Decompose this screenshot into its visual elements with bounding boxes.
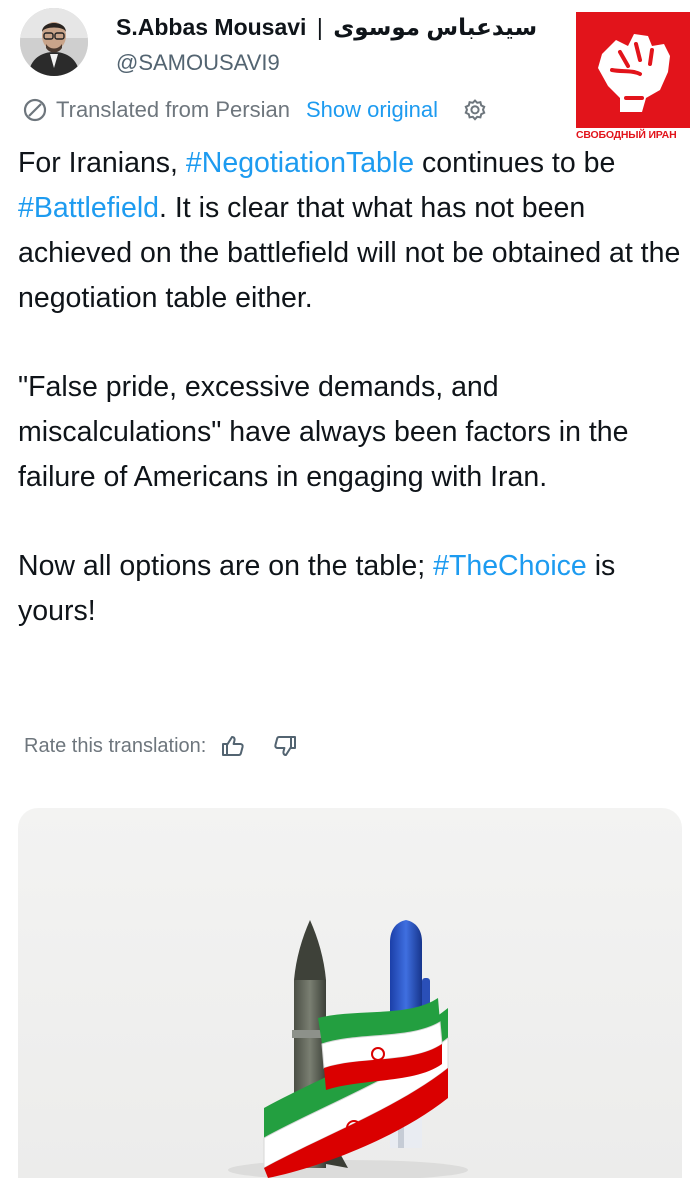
- thumbs-down-icon[interactable]: [272, 733, 298, 759]
- translation-notice: Translated from Persian Show original: [22, 92, 488, 128]
- rate-translation: Rate this translation:: [24, 728, 298, 764]
- tweet-paragraph: Now all options are on the table; #TheCh…: [18, 544, 688, 634]
- hashtag-battlefield[interactable]: #Battlefield: [18, 192, 159, 224]
- name-separator: |: [316, 14, 323, 40]
- text-segment: For Iranians,: [18, 147, 186, 179]
- hashtag-the-choice[interactable]: #TheChoice: [433, 550, 587, 582]
- logo-caption: СВОБОДНЫЙ ИРАН: [576, 129, 677, 141]
- display-name-persian: سیدعباس موسوی: [333, 14, 538, 40]
- tweet-media-image[interactable]: [18, 808, 682, 1178]
- text-segment: continues to be: [414, 147, 616, 179]
- thumbs-up-icon[interactable]: [220, 733, 246, 759]
- watermark-logo: СВОБОДНЫЙ ИРАН: [576, 12, 690, 144]
- display-name: S.Abbas Mousavi: [116, 14, 307, 40]
- raised-fist-icon: [598, 34, 670, 112]
- logo-badge: [576, 12, 690, 128]
- rate-translation-label: Rate this translation:: [24, 734, 207, 757]
- display-name-line[interactable]: S.Abbas Mousavi | سیدعباس موسوی: [116, 14, 537, 41]
- avatar-portrait-icon: [20, 8, 88, 76]
- show-original-link[interactable]: Show original: [306, 97, 438, 123]
- missile-and-pen-illustration: [228, 920, 468, 1178]
- avatar[interactable]: [20, 8, 88, 76]
- hashtag-negotiation-table[interactable]: #NegotiationTable: [186, 147, 414, 179]
- tweet-screenshot: S.Abbas Mousavi | سیدعباس موسوی @SAMOUSA…: [0, 0, 700, 1200]
- tweet-paragraph: For Iranians, #NegotiationTable continue…: [18, 141, 688, 321]
- tweet-paragraph: "False pride, excessive demands, and mis…: [18, 371, 629, 493]
- slash-circle-icon: [23, 98, 47, 122]
- tweet-header: S.Abbas Mousavi | سیدعباس موسوی @SAMOUSA…: [20, 8, 580, 80]
- translated-from-label: Translated from Persian: [56, 97, 290, 122]
- text-segment: Now all options are on the table;: [18, 550, 434, 582]
- user-handle[interactable]: @SAMOUSAVI9: [116, 50, 280, 76]
- gear-icon[interactable]: [462, 97, 488, 123]
- tweet-text: For Iranians, #NegotiationTable continue…: [18, 141, 688, 634]
